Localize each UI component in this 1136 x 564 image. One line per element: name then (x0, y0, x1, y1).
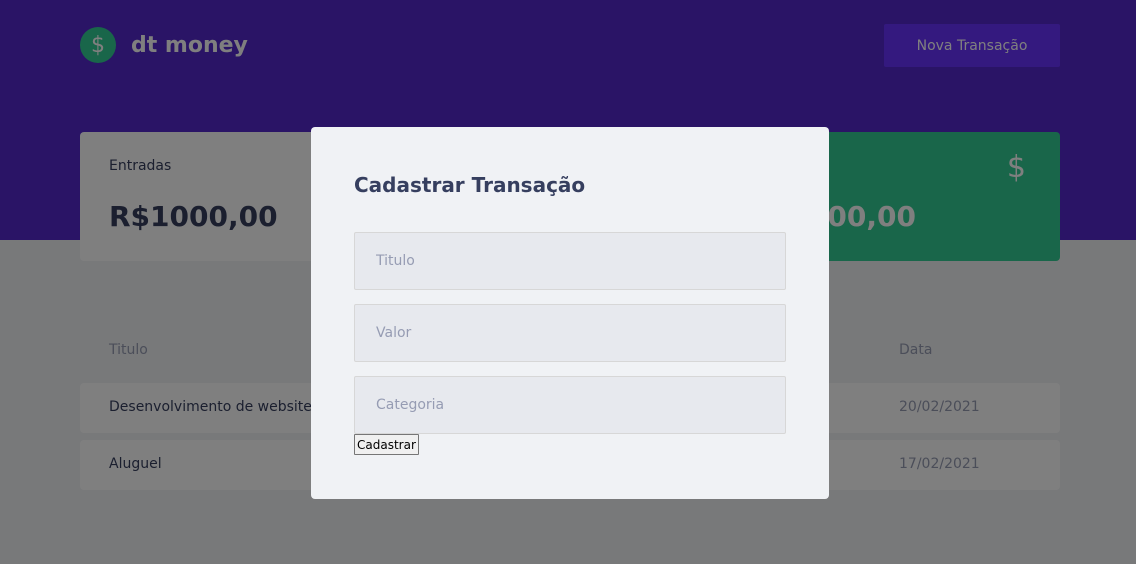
category-input[interactable] (354, 376, 786, 434)
value-input[interactable] (354, 304, 786, 362)
modal-title: Cadastrar Transação (354, 173, 586, 197)
submit-button[interactable]: Cadastrar (354, 434, 419, 455)
title-input[interactable] (354, 232, 786, 290)
app-root: $ dt money Nova Transação Entradas R$100… (0, 0, 1136, 564)
new-transaction-modal: Cadastrar Transação Cadastrar (311, 127, 829, 499)
